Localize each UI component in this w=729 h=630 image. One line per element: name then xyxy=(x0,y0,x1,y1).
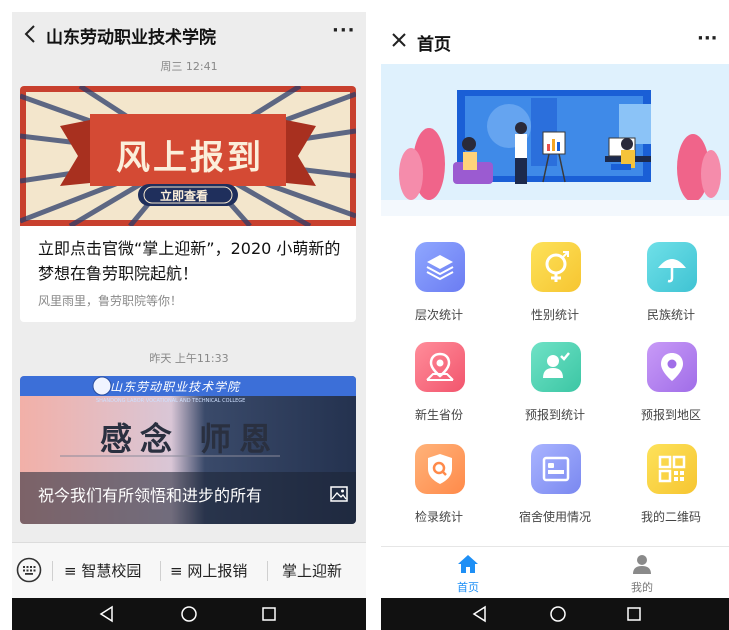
chat-header: 山东劳动职业技术学院 ··· xyxy=(12,12,366,58)
map-pin-icon xyxy=(426,352,454,381)
tab-mine[interactable]: 我的 xyxy=(555,547,729,599)
menu-palm-welcome[interactable]: 掌上迎新 xyxy=(282,560,342,581)
search-shield-icon xyxy=(428,454,452,484)
my-qrcode-button[interactable]: 我的二维码 xyxy=(613,444,729,544)
article-subtitle: 风里雨里，鲁劳职院等你！ xyxy=(38,294,183,308)
stat-gender-button[interactable]: 性别统计 xyxy=(497,242,613,342)
stat-level-button[interactable]: 层次统计 xyxy=(381,242,497,342)
android-navigation-bar xyxy=(12,598,366,630)
location-icon xyxy=(661,353,683,381)
article-card[interactable]: 山东劳动职业技术学院 SHANDONG LABOR VOCATIONAL AND… xyxy=(20,376,356,524)
back-arrow-icon[interactable] xyxy=(20,21,42,47)
grid-item-label: 民族统计 xyxy=(646,308,695,322)
welcome-app-home-screen: 首页 ··· 层次统计 性别统计 民族统计 新生省份 预报到统计 预报到地区 检… xyxy=(381,12,729,630)
app-header: 首页 ··· xyxy=(381,12,729,64)
nav-home-icon[interactable] xyxy=(180,605,198,623)
nav-recents-icon[interactable] xyxy=(260,605,278,623)
grid-item-label: 预报到地区 xyxy=(640,408,701,422)
stat-pre-registration-region-button[interactable]: 预报到地区 xyxy=(613,342,729,442)
college-name-banner: 山东劳动职业技术学院 xyxy=(110,380,241,394)
menu-divider xyxy=(267,561,268,581)
user-check-icon xyxy=(543,352,570,378)
layers-icon xyxy=(426,255,454,281)
grid-item-label: 预报到统计 xyxy=(524,408,585,422)
article-title: 祝今我们有所领悟和进步的所有 xyxy=(38,486,263,505)
nav-home-icon[interactable] xyxy=(549,605,567,623)
article-banner-button: 立即查看 xyxy=(160,189,209,203)
nav-back-icon[interactable] xyxy=(98,605,116,623)
stat-pre-registration-button[interactable]: 预报到统计 xyxy=(497,342,613,442)
menu-divider xyxy=(52,561,53,581)
user-icon xyxy=(633,555,651,574)
gender-icon xyxy=(545,251,569,282)
close-icon[interactable] xyxy=(391,32,407,48)
more-options-button[interactable]: ··· xyxy=(697,28,718,49)
grid-item-label: 层次统计 xyxy=(414,308,463,322)
message-timestamp: 昨天 上午11:33 xyxy=(149,352,229,365)
umbrella-icon xyxy=(658,259,686,283)
bed-icon xyxy=(542,456,570,482)
icon-tile xyxy=(415,444,465,494)
article-card[interactable]: 风上报到 立即查看 立即点击官微“掌上迎新”，2020 小萌新的梦想在鲁劳职院起… xyxy=(20,86,356,322)
qrcode-icon xyxy=(658,455,686,483)
article-title: 立即点击官微“掌上迎新”，2020 小萌新的梦想在鲁劳职院起航！ xyxy=(38,239,341,283)
dormitory-usage-button[interactable]: 宿舍使用情况 xyxy=(497,444,613,544)
more-options-button[interactable]: ··· xyxy=(332,20,356,41)
icon-tile xyxy=(647,342,697,392)
stat-province-button[interactable]: 新生省份 xyxy=(381,342,497,442)
icon-tile xyxy=(531,342,581,392)
home-icon xyxy=(458,555,478,573)
icon-tile xyxy=(647,444,697,494)
grid-item-label: 宿舍使用情况 xyxy=(518,510,591,524)
bottom-tab-bar: 首页 我的 xyxy=(381,546,729,598)
nav-back-icon[interactable] xyxy=(471,605,489,623)
chat-title: 山东劳动职业技术学院 xyxy=(46,28,216,48)
menu-divider xyxy=(160,561,161,581)
tab-label: 首页 xyxy=(457,581,479,594)
icon-tile xyxy=(531,242,581,292)
icon-tile xyxy=(415,242,465,292)
icon-tile xyxy=(647,242,697,292)
grid-item-label: 我的二维码 xyxy=(640,510,701,524)
college-name-english: SHANDONG LABOR VOCATIONAL AND TECHNICAL … xyxy=(96,398,246,404)
image-icon xyxy=(330,486,348,502)
hero-illustration xyxy=(381,64,729,216)
article-banner-heading: 感念 师恩 xyxy=(100,420,280,458)
message-timestamp: 周三 12:41 xyxy=(160,60,218,73)
official-account-menu: ≡ 智慧校园 ≡ 网上报销 掌上迎新 xyxy=(12,542,366,598)
article-banner-heading: 风上报到 xyxy=(116,138,264,178)
icon-tile xyxy=(415,342,465,392)
stat-check-in-button[interactable]: 检录统计 xyxy=(381,444,497,544)
menu-smart-campus[interactable]: ≡ 智慧校园 xyxy=(64,560,141,581)
android-navigation-bar xyxy=(381,598,729,630)
grid-item-label: 检录统计 xyxy=(414,510,463,524)
grid-item-label: 新生省份 xyxy=(414,408,463,422)
stat-ethnicity-button[interactable]: 民族统计 xyxy=(613,242,729,342)
icon-tile xyxy=(531,444,581,494)
wechat-official-account-screen: 山东劳动职业技术学院 ··· 周三 12:41 风上报到 立即查看 立即点击官微… xyxy=(12,12,366,630)
nav-recents-icon[interactable] xyxy=(625,605,643,623)
page-title: 首页 xyxy=(417,35,451,55)
menu-online-reimbursement[interactable]: ≡ 网上报销 xyxy=(170,560,247,581)
tab-home[interactable]: 首页 xyxy=(381,547,555,599)
keyboard-icon[interactable] xyxy=(16,557,42,583)
grid-item-label: 性别统计 xyxy=(530,308,579,322)
tab-label: 我的 xyxy=(631,581,653,594)
